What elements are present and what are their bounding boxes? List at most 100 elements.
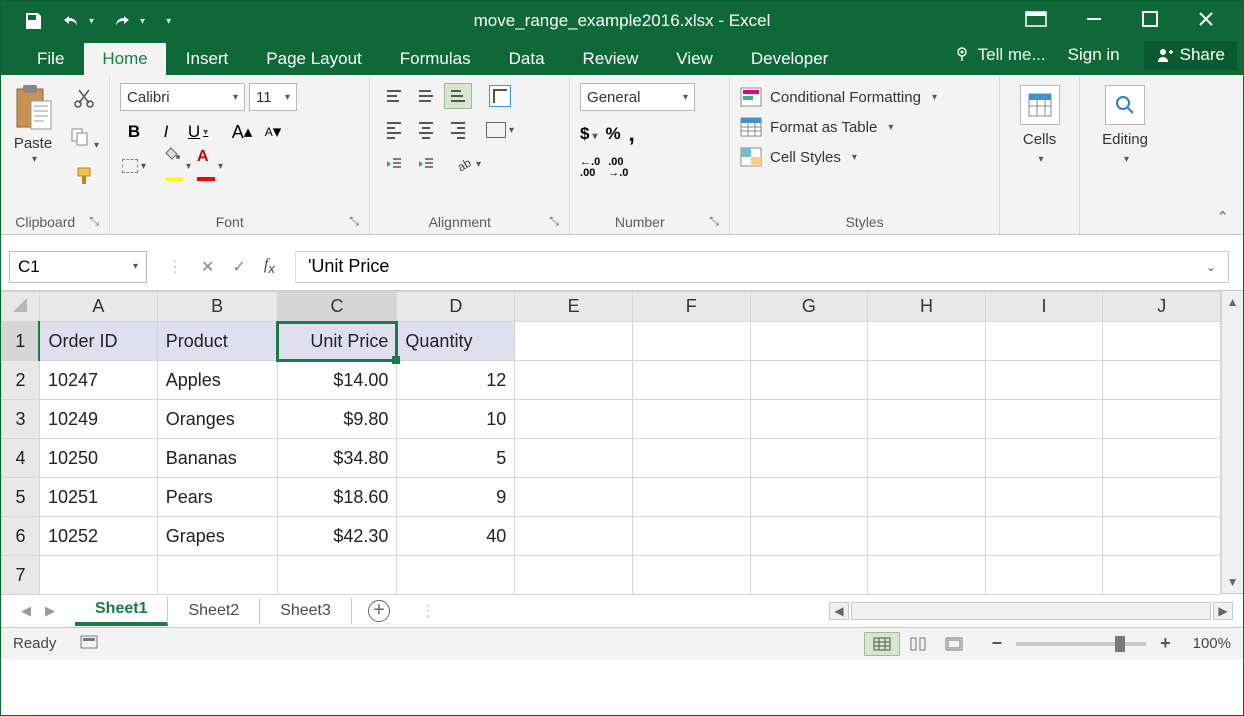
page-break-view-icon[interactable] xyxy=(936,632,972,656)
row-header-3[interactable]: 3 xyxy=(2,400,40,439)
vertical-scrollbar[interactable]: ▲ ▼ xyxy=(1221,291,1243,593)
borders-button[interactable]: ▾ xyxy=(120,153,148,179)
tab-review[interactable]: Review xyxy=(565,43,657,75)
col-header-E[interactable]: E xyxy=(515,292,633,322)
page-layout-view-icon[interactable] xyxy=(900,632,936,656)
align-right-icon[interactable] xyxy=(444,117,472,143)
scroll-left-icon[interactable]: ◀ xyxy=(829,602,849,620)
increase-decimal-icon[interactable]: ←.0.00 xyxy=(580,157,600,179)
tab-scroll-right-icon[interactable]: ▶ xyxy=(45,603,55,619)
cell[interactable] xyxy=(750,556,868,595)
col-header-G[interactable]: G xyxy=(750,292,868,322)
cell-B4[interactable]: Bananas xyxy=(157,439,277,478)
cell-C3[interactable]: $9.80 xyxy=(277,400,397,439)
cell-D2[interactable]: 12 xyxy=(397,361,515,400)
qat-customize-icon[interactable]: ▾ xyxy=(166,16,171,27)
enter-formula-icon[interactable]: ✓ xyxy=(232,257,245,277)
cell[interactable] xyxy=(868,361,986,400)
cell[interactable] xyxy=(515,361,633,400)
cell-C6[interactable]: $42.30 xyxy=(277,517,397,556)
sheet-tab-2[interactable]: Sheet2 xyxy=(168,598,260,624)
cell[interactable] xyxy=(868,517,986,556)
cell[interactable] xyxy=(985,361,1103,400)
copy-icon[interactable]: ▾ xyxy=(69,126,99,153)
fill-color-button[interactable]: ▾ xyxy=(164,153,192,179)
col-header-A[interactable]: A xyxy=(39,292,157,322)
tab-data[interactable]: Data xyxy=(491,43,563,75)
cells-button[interactable]: Cells▾ xyxy=(1014,83,1066,167)
cell[interactable] xyxy=(515,478,633,517)
cell-styles-button[interactable]: Cell Styles▾ xyxy=(740,147,857,167)
accounting-format-icon[interactable]: $▾ xyxy=(580,124,598,144)
cell[interactable] xyxy=(750,361,868,400)
row-header-5[interactable]: 5 xyxy=(2,478,40,517)
col-header-J[interactable]: J xyxy=(1103,292,1221,322)
cell[interactable] xyxy=(750,478,868,517)
clipboard-launcher-icon[interactable]: ⤡ xyxy=(89,214,99,229)
share-button[interactable]: Share xyxy=(1144,40,1237,70)
cell-B2[interactable]: Apples xyxy=(157,361,277,400)
scroll-right-icon[interactable]: ▶ xyxy=(1213,602,1233,620)
cell[interactable] xyxy=(985,322,1103,361)
cell[interactable] xyxy=(632,517,750,556)
cell[interactable] xyxy=(1103,517,1221,556)
font-launcher-icon[interactable]: ⤡ xyxy=(349,214,359,229)
paste-button[interactable]: Paste ▾ xyxy=(11,83,55,165)
cell[interactable] xyxy=(632,361,750,400)
cell[interactable] xyxy=(985,400,1103,439)
scroll-up-icon[interactable]: ▲ xyxy=(1227,295,1239,309)
font-color-button[interactable]: A▾ xyxy=(196,153,224,179)
tell-me-search[interactable]: Tell me... xyxy=(954,45,1046,65)
alignment-launcher-icon[interactable]: ⤡ xyxy=(549,214,559,229)
cell[interactable] xyxy=(515,556,633,595)
tab-formulas[interactable]: Formulas xyxy=(382,43,489,75)
cell[interactable] xyxy=(868,478,986,517)
ribbon-display-icon[interactable] xyxy=(1025,11,1047,32)
cell[interactable] xyxy=(515,439,633,478)
align-top-icon[interactable] xyxy=(380,83,408,109)
cell[interactable] xyxy=(868,400,986,439)
cell-C4[interactable]: $34.80 xyxy=(277,439,397,478)
col-header-I[interactable]: I xyxy=(985,292,1103,322)
row-header-1[interactable]: 1 xyxy=(2,322,40,361)
sheet-tab-1[interactable]: Sheet1 xyxy=(75,596,168,626)
zoom-level[interactable]: 100% xyxy=(1193,635,1231,652)
cell[interactable] xyxy=(1103,400,1221,439)
collapse-ribbon-icon[interactable]: ⌃ xyxy=(1216,208,1229,226)
sign-in-button[interactable]: Sign in xyxy=(1058,39,1130,71)
cell[interactable] xyxy=(515,322,633,361)
cell-B1[interactable]: Product xyxy=(157,322,277,361)
font-name-combo[interactable]: Calibri▾ xyxy=(120,83,245,111)
cancel-formula-icon[interactable]: ✕ xyxy=(201,257,214,277)
tab-home[interactable]: Home xyxy=(84,43,165,75)
bold-button[interactable]: B xyxy=(120,119,148,145)
maximize-button[interactable] xyxy=(1141,10,1159,33)
cell[interactable] xyxy=(515,517,633,556)
row-header-4[interactable]: 4 xyxy=(2,439,40,478)
cell[interactable] xyxy=(157,556,277,595)
cell[interactable] xyxy=(868,439,986,478)
underline-button[interactable]: U▾ xyxy=(184,119,212,145)
cell[interactable] xyxy=(868,556,986,595)
scroll-down-icon[interactable]: ▼ xyxy=(1227,575,1239,589)
cell[interactable] xyxy=(985,556,1103,595)
tab-view[interactable]: View xyxy=(658,43,731,75)
cell[interactable] xyxy=(632,478,750,517)
cell-D3[interactable]: 10 xyxy=(397,400,515,439)
tab-scroll-left-icon[interactable]: ◀ xyxy=(21,603,31,619)
align-center-icon[interactable] xyxy=(412,117,440,143)
percent-format-icon[interactable]: % xyxy=(606,124,621,144)
decrease-indent-icon[interactable] xyxy=(380,151,408,177)
conditional-formatting-button[interactable]: Conditional Formatting▾ xyxy=(740,87,937,107)
cell[interactable] xyxy=(39,556,157,595)
minimize-button[interactable] xyxy=(1085,10,1103,33)
merge-center-icon[interactable]: ▾ xyxy=(486,117,514,143)
cell[interactable] xyxy=(985,517,1103,556)
cell[interactable] xyxy=(750,517,868,556)
orientation-icon[interactable]: ab▾ xyxy=(454,151,482,177)
font-size-combo[interactable]: 11▾ xyxy=(249,83,297,111)
tab-page-layout[interactable]: Page Layout xyxy=(248,43,379,75)
cell[interactable] xyxy=(750,439,868,478)
cell[interactable] xyxy=(750,322,868,361)
cell[interactable] xyxy=(1103,322,1221,361)
